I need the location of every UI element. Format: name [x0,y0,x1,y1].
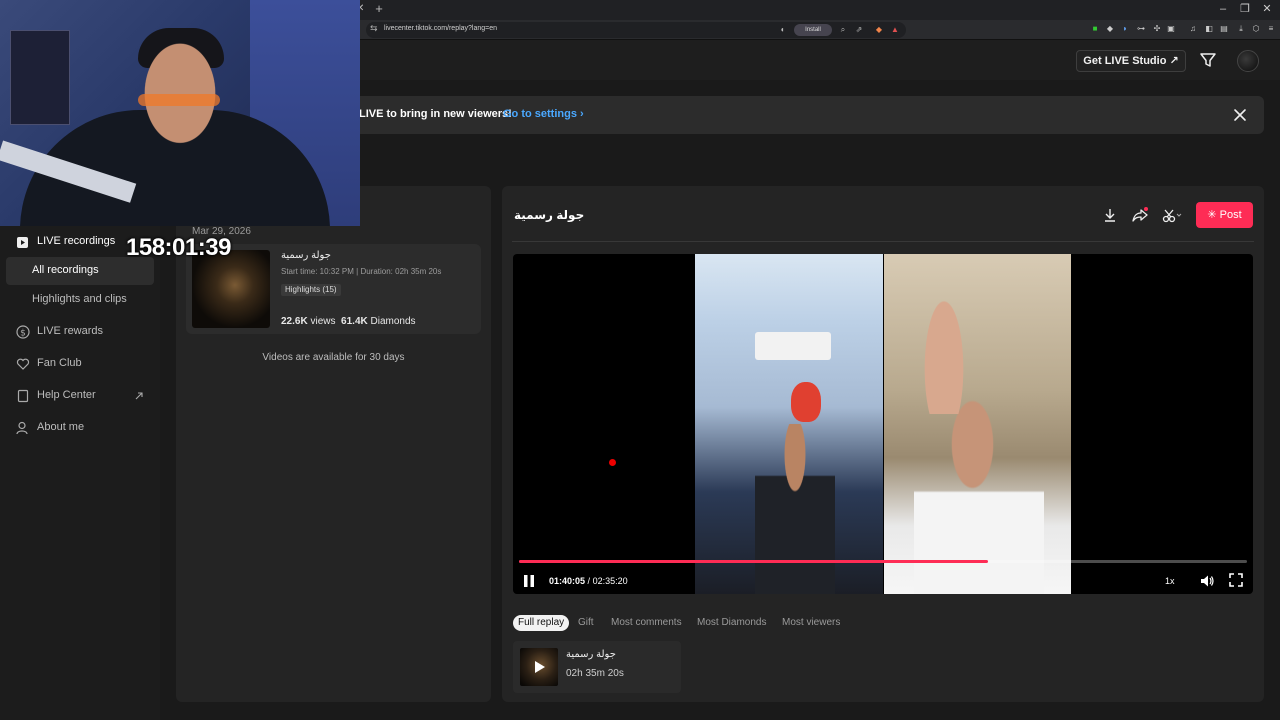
scissors-icon[interactable] [1162,207,1184,223]
menu-icon[interactable]: ≡ [1266,24,1276,34]
download-icon[interactable]: ⤓ [1236,24,1246,34]
post-button[interactable]: ✳ Post [1196,202,1253,228]
replay-detail-panel: جولة رسمية ✳ Post 01:40:05 / 02:35:20 1x… [502,186,1264,702]
progress-bar[interactable] [519,560,1247,563]
restore-icon[interactable]: ❐ [1238,2,1252,16]
webcam-overlay [0,0,360,226]
address-bar[interactable]: ⇆ livecenter.tiktok.com/replay?lang=en ◐… [366,22,906,38]
share-icon[interactable]: ⇗ [854,25,864,35]
screenshot-icon[interactable]: ▣ [1166,24,1176,34]
views-count: 22.6K [281,316,308,327]
dollar-icon: $ [16,325,30,339]
diamonds-label: Diamonds [370,316,416,327]
rewards-icon[interactable]: ▲ [890,25,900,35]
post-label: Post [1219,209,1242,221]
clip-duration: 02h 35m 20s [566,668,624,679]
playback-speed-button[interactable]: 1x [1165,576,1175,586]
replay-title: جولة رسمية [514,208,585,222]
play-icon[interactable] [531,659,547,675]
current-time: 01:40:05 [549,576,586,586]
get-live-studio-button[interactable]: Get LIVE Studio ↗ [1076,50,1186,72]
install-app-button[interactable]: Install [794,24,832,36]
chip-gift[interactable]: Gift [573,615,599,631]
video-library-icon [16,235,30,249]
availability-note: Videos are available for 30 days [262,352,405,363]
extension-icon[interactable]: ◗ [1120,24,1130,34]
download-icon[interactable] [1102,207,1118,223]
notification-banner: LIVE to bring in new viewers! Go to sett… [350,96,1264,134]
bookmarks-icon[interactable]: ▤ [1219,24,1229,34]
extension-icon[interactable]: ◆ [1105,24,1115,34]
zoom-icon[interactable]: ⌕ [838,25,848,35]
recording-meta: Start time: 10:32 PM | Duration: 02h 35m… [281,267,442,276]
sidebar-item-label: LIVE recordings [37,235,116,247]
book-icon [16,389,30,403]
video-frame-right [884,254,1071,594]
external-link-icon [134,388,144,406]
sidebar-icon[interactable]: ◧ [1204,24,1214,34]
progress-fill [519,560,989,563]
mouse-cursor [609,459,616,466]
svg-text:$: $ [20,329,26,339]
sidebar-item-help-center[interactable]: Help Center [0,382,160,410]
chip-most-comments[interactable]: Most comments [606,615,687,631]
total-time: 02:35:20 [592,576,628,586]
views-label: views [310,316,336,327]
music-icon[interactable]: ♫ [1188,24,1198,34]
filter-icon[interactable] [1199,51,1217,69]
sidebar-item-live-rewards[interactable]: $ LIVE rewards [0,318,160,346]
extension-icon[interactable]: ⊶ [1136,24,1146,34]
time-display: 01:40:05 / 02:35:20 [549,576,628,586]
sparkle-icon: ✳ [1207,209,1217,221]
highlights-badge[interactable]: Highlights (15) [281,284,341,296]
sidebar-item-label: All recordings [32,264,99,276]
user-icon [16,421,30,435]
minimize-icon[interactable]: – [1216,2,1230,16]
window-close-icon[interactable]: ✕ [1260,2,1274,16]
extension-icon[interactable]: ■ [1090,24,1100,34]
chip-most-viewers[interactable]: Most viewers [777,615,845,631]
clip-title: جولة رسمية [566,649,616,660]
sidebar-item-label: Help Center [37,389,96,401]
banner-text: LIVE to bring in new viewers! [359,108,512,120]
share-icon[interactable] [1132,207,1148,223]
sidebar-item-label: Fan Club [37,357,82,369]
recording-title: جولة رسمية [281,250,331,261]
stream-timer: 158:01:39 [126,234,231,261]
video-player[interactable]: 01:40:05 / 02:35:20 1x [513,254,1253,594]
go-to-settings-link[interactable]: Go to settings › [503,108,584,120]
divider [512,241,1254,242]
sidebar-item-fan-club[interactable]: Fan Club [0,350,160,378]
pause-icon[interactable] [522,574,536,588]
sidebar-item-about-me[interactable]: About me [0,414,160,442]
close-icon[interactable] [1230,105,1250,125]
sidebar-item-label: LIVE rewards [37,325,104,337]
recording-stats: 22.6K views 61.4K Diamonds [281,316,416,327]
reader-icon[interactable]: ◐ [778,25,788,35]
avatar[interactable] [1237,50,1259,72]
heart-icon [16,357,30,371]
clip-card[interactable]: جولة رسمية 02h 35m 20s [513,641,681,693]
brave-shield-icon[interactable]: ◆ [874,25,884,35]
video-frame-left [695,254,883,594]
chip-most-diamonds[interactable]: Most Diamonds [692,615,771,631]
sidebar-item-highlights-and-clips[interactable]: Highlights and clips [0,286,160,314]
sidebar-item-label: Highlights and clips [32,293,127,305]
site-settings-icon[interactable]: ⇆ [370,23,378,34]
chip-full-replay[interactable]: Full replay [513,615,570,631]
sidebar: LIVE recordings All recordings Highlight… [0,225,160,720]
diamonds-count: 61.4K [341,316,368,327]
volume-icon[interactable] [1199,573,1215,589]
puzzle-icon[interactable]: ✣ [1152,24,1162,34]
sidebar-item-label: About me [37,421,85,433]
fullscreen-icon[interactable] [1229,573,1243,587]
vpn-icon[interactable]: ⬡ [1251,24,1261,34]
new-tab-button[interactable]: + [372,2,386,16]
url-text[interactable]: livecenter.tiktok.com/replay?lang=en [384,25,497,32]
